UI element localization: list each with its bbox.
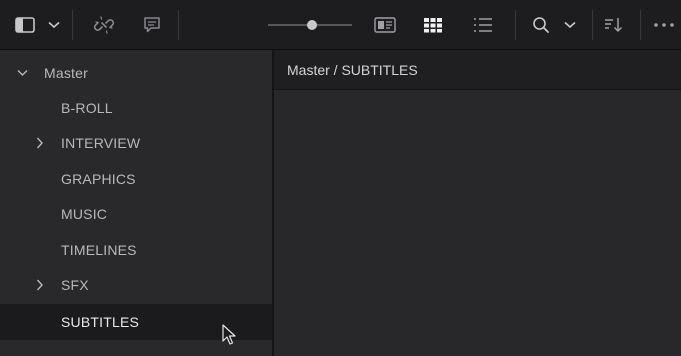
chevron-down-icon[interactable]: [15, 66, 29, 80]
sidebar-item-label: INTERVIEW: [61, 135, 141, 151]
metadata-view-icon: [374, 17, 396, 33]
toolbar: [0, 0, 681, 50]
zoom-slider-handle[interactable]: [307, 20, 317, 30]
sidebar-item-sfx[interactable]: SFX: [0, 267, 272, 303]
sidebar-toggle-icon: [15, 17, 35, 33]
clip-grid-area[interactable]: [274, 90, 681, 356]
unlink-button[interactable]: [90, 0, 118, 50]
chevron-down-icon: [48, 21, 60, 29]
sidebar-item-timelines[interactable]: TIMELINES: [0, 232, 272, 268]
bin-content-panel: Master / SUBTITLES: [274, 50, 681, 356]
sidebar-item-music[interactable]: MUSIC: [0, 196, 272, 232]
mouse-cursor-icon: [222, 324, 236, 351]
sidebar-item-label: B-ROLL: [61, 100, 113, 116]
search-button[interactable]: [528, 0, 554, 50]
list-view-icon: [473, 17, 493, 33]
sidebar-options-dropdown[interactable]: [46, 0, 62, 50]
sidebar-item-interview[interactable]: INTERVIEW: [0, 125, 272, 161]
toolbar-separator: [178, 10, 179, 40]
sidebar-item-master[interactable]: Master: [0, 55, 272, 91]
sidebar-item-b-roll[interactable]: B-ROLL: [0, 90, 272, 126]
list-view-button[interactable]: [468, 0, 498, 50]
thumbnail-view-icon: [423, 17, 443, 33]
chevron-right-icon[interactable]: [34, 278, 46, 292]
sidebar-toggle-button[interactable]: [12, 0, 38, 50]
toolbar-separator: [592, 10, 593, 40]
subtitle-icon: [142, 15, 162, 35]
bin-header: Master / SUBTITLES: [274, 50, 681, 90]
metadata-view-button[interactable]: [370, 0, 400, 50]
toolbar-separator: [515, 10, 516, 40]
toolbar-separator: [72, 10, 73, 40]
sidebar-item-label: SUBTITLES: [61, 314, 140, 330]
bin-tree-sidebar: Master B-ROLL INTERVIEW GRAPHICS MUSIC T…: [0, 50, 272, 356]
chevron-right-icon[interactable]: [34, 136, 46, 150]
thumbnail-view-button[interactable]: [418, 0, 448, 50]
chevron-down-icon: [564, 21, 576, 29]
sidebar-item-label: TIMELINES: [61, 242, 137, 258]
sidebar-item-label: Master: [44, 65, 88, 81]
search-icon: [532, 16, 550, 34]
toolbar-separator: [640, 10, 641, 40]
sort-icon: [604, 16, 624, 34]
sort-button[interactable]: [600, 0, 628, 50]
sidebar-item-graphics[interactable]: GRAPHICS: [0, 161, 272, 197]
unlink-icon: [93, 14, 115, 36]
more-options-button[interactable]: [650, 0, 678, 50]
subtitle-button[interactable]: [138, 0, 166, 50]
breadcrumb: Master / SUBTITLES: [287, 61, 418, 78]
search-options-dropdown[interactable]: [562, 0, 578, 50]
sidebar-item-label: SFX: [61, 277, 89, 293]
sidebar-item-label: GRAPHICS: [61, 171, 136, 187]
more-icon: [653, 22, 675, 28]
sidebar-item-label: MUSIC: [61, 206, 108, 222]
